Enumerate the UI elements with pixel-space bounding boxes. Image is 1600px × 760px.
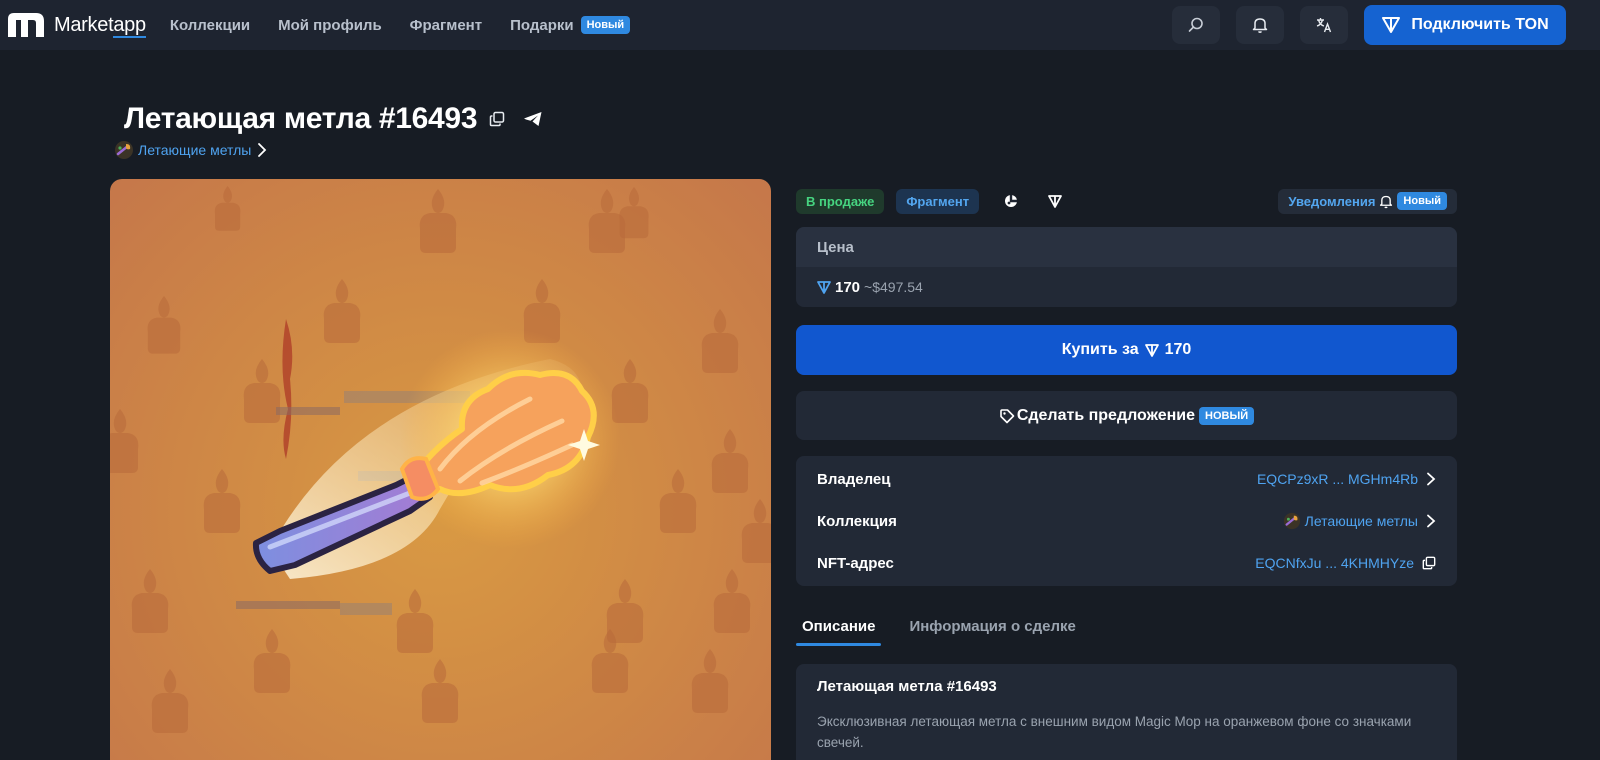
search-icon bbox=[1188, 17, 1203, 32]
buy-button-label: Купить за bbox=[1061, 341, 1139, 358]
notifications-label: Уведомления bbox=[1288, 193, 1376, 209]
collection-avatar-icon bbox=[1283, 512, 1300, 530]
getgems-link[interactable] bbox=[991, 189, 1031, 214]
price-usd: ~$497.54 bbox=[864, 279, 923, 295]
new-badge: НОВЫЙ bbox=[1199, 406, 1255, 425]
nav-link-collections[interactable]: Коллекции bbox=[170, 17, 250, 34]
price-value: 170 ~$497.54 bbox=[796, 267, 1457, 307]
copy-title-button[interactable] bbox=[489, 111, 505, 127]
status-tags: В продаже Фрагмент Уведомления Новый bbox=[796, 187, 1457, 215]
chevron-right-icon bbox=[1427, 514, 1436, 528]
nft-address-link[interactable]: EQCNfxJu ... 4KHMHYze bbox=[1255, 555, 1436, 571]
telegram-icon bbox=[524, 112, 542, 126]
new-badge: Новый bbox=[1397, 192, 1447, 210]
collection-name: Летающие метлы bbox=[1304, 513, 1418, 529]
translate-icon bbox=[1316, 18, 1332, 33]
nav-link-fragment[interactable]: Фрагмент bbox=[410, 17, 482, 34]
nft-address: EQCNfxJu ... 4KHMHYze bbox=[1255, 555, 1414, 571]
tag-icon bbox=[1000, 408, 1015, 423]
nft-info-card: Владелец EQCPz9xR ... MGHm4Rb Коллекция … bbox=[796, 456, 1457, 586]
make-offer-label: Сделать предложение bbox=[1016, 406, 1196, 424]
logo-text: Marketapp bbox=[54, 13, 146, 38]
collection-avatar-icon bbox=[115, 141, 133, 159]
on-sale-badge[interactable]: В продаже bbox=[796, 188, 885, 214]
title-row: Летающая метла #16493 bbox=[124, 102, 543, 136]
copy-icon bbox=[489, 111, 505, 127]
notifications-toggle[interactable]: Уведомления Новый bbox=[1278, 188, 1457, 214]
search-button[interactable] bbox=[1172, 6, 1220, 44]
collection-breadcrumb[interactable]: Летающие метлы bbox=[114, 140, 269, 160]
chevron-right-icon bbox=[1427, 472, 1436, 486]
owner-row: Владелец EQCPz9xR ... MGHm4Rb bbox=[796, 458, 1457, 500]
nft-address-row: NFT-адрес EQCNfxJu ... 4KHMHYze bbox=[796, 542, 1457, 584]
ton-icon bbox=[1048, 194, 1062, 208]
price-amount: 170 bbox=[835, 278, 861, 296]
nav-link-gifts-label: Подарки bbox=[510, 16, 574, 34]
getgems-icon bbox=[1005, 195, 1018, 207]
owner-address-link[interactable]: EQCPz9xR ... MGHm4Rb bbox=[1257, 471, 1436, 487]
share-telegram-button[interactable] bbox=[523, 111, 543, 127]
buy-button[interactable]: Купить за 170 bbox=[796, 325, 1457, 375]
bell-icon bbox=[1252, 18, 1268, 33]
new-badge: Новый bbox=[580, 16, 631, 34]
description-title: Летающая метла #16493 bbox=[817, 678, 997, 695]
collection-link[interactable]: Летающие метлы bbox=[1283, 512, 1436, 530]
ton-icon bbox=[1144, 343, 1159, 357]
nft-address-label: NFT-адрес bbox=[817, 554, 894, 572]
connect-ton-label: Подключить TON bbox=[1411, 16, 1549, 33]
chevron-right-icon bbox=[258, 143, 267, 157]
buy-button-amount: 170 bbox=[1164, 341, 1192, 358]
owner-address: EQCPz9xR ... MGHm4Rb bbox=[1256, 471, 1418, 487]
fragment-badge[interactable]: Фрагмент bbox=[896, 188, 980, 214]
connect-ton-button[interactable]: Подключить TON bbox=[1364, 5, 1566, 45]
market-app-logo-icon bbox=[8, 13, 44, 37]
price-card: Цена 170 ~$497.54 bbox=[796, 227, 1457, 307]
make-offer-button[interactable]: Сделать предложение НОВЫЙ bbox=[796, 391, 1457, 440]
tab-description[interactable]: Описание bbox=[796, 608, 882, 646]
tonviewer-link[interactable] bbox=[1035, 189, 1075, 214]
nft-image bbox=[110, 179, 771, 760]
copy-icon[interactable] bbox=[1422, 556, 1436, 570]
top-navbar: Marketapp Коллекции Мой профиль Фрагмент… bbox=[0, 0, 1600, 50]
flying-broom-artwork bbox=[110, 186, 771, 733]
tab-deal-info[interactable]: Информация о сделке bbox=[903, 608, 1081, 644]
price-label: Цена bbox=[796, 227, 1457, 267]
logo[interactable]: Marketapp bbox=[6, 0, 146, 50]
ton-icon bbox=[1382, 17, 1401, 33]
details-tabs: Описание Информация о сделке bbox=[796, 608, 1457, 650]
collection-label: Коллекция bbox=[817, 512, 897, 530]
ton-icon bbox=[817, 280, 831, 294]
notifications-button[interactable] bbox=[1236, 6, 1284, 44]
description-text: Эксклюзивная летающая метла с внешним ви… bbox=[817, 714, 1412, 750]
description-card: Летающая метла #16493 Эксклюзивная летаю… bbox=[796, 664, 1457, 760]
nav-link-gifts[interactable]: Подарки Новый bbox=[510, 16, 631, 34]
language-button[interactable] bbox=[1300, 6, 1348, 44]
collection-row: Коллекция Летающие метлы bbox=[796, 500, 1457, 542]
owner-label: Владелец bbox=[817, 470, 891, 488]
collection-breadcrumb-label: Летающие метлы bbox=[138, 142, 252, 158]
details-panel: В продаже Фрагмент Уведомления Новый Цен… bbox=[796, 187, 1457, 760]
bell-icon bbox=[1380, 195, 1393, 208]
nav-link-my-profile[interactable]: Мой профиль bbox=[278, 17, 382, 34]
page-title: Летающая метла #16493 bbox=[124, 102, 478, 135]
